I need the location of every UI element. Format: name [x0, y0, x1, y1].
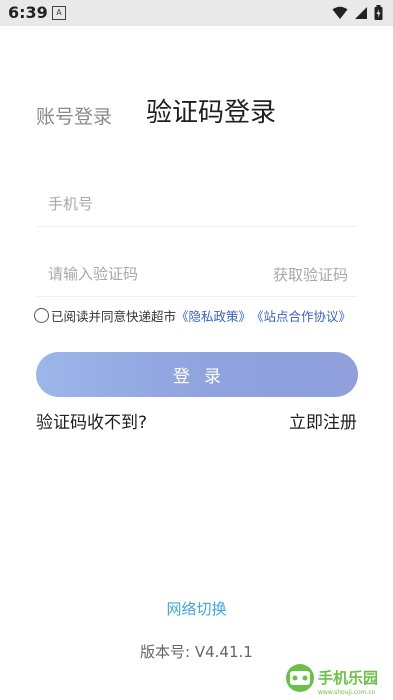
signal-icon — [355, 6, 367, 19]
version-text: 版本号: V4.41.1 — [140, 641, 253, 662]
version-value: V4.41.1 — [194, 643, 253, 661]
register-link[interactable]: 立即注册 — [289, 408, 357, 433]
svg-text:手机乐园: 手机乐园 — [318, 669, 378, 687]
verification-code-input[interactable] — [46, 260, 270, 288]
network-switch-link[interactable]: 网络切换 — [0, 598, 393, 619]
wifi-icon — [332, 6, 348, 19]
code-not-received-link[interactable]: 验证码收不到? — [36, 408, 147, 433]
agreement-row: 已阅读并同意快递超市 《隐私政策》 《站点合作协议》 — [34, 306, 351, 325]
svg-text:www.shouji.com.cn: www.shouji.com.cn — [318, 689, 376, 696]
code-field-row: 获取验证码 — [36, 250, 357, 297]
agreement-checkbox[interactable] — [34, 308, 49, 323]
tab-code-login[interactable]: 验证码登录 — [146, 92, 276, 129]
site-cooperation-link[interactable]: 《站点合作协议》 — [251, 306, 351, 325]
tab-account-login[interactable]: 账号登录 — [36, 102, 112, 129]
login-button[interactable]: 登录 — [36, 352, 358, 397]
agreement-text: 已阅读并同意快递超市 — [51, 309, 177, 324]
watermark-logo: 手机乐园 www.shouji.com.cn — [286, 664, 378, 696]
version-label: 版本号: — [140, 643, 191, 661]
battery-icon — [374, 5, 383, 20]
phone-field-row — [36, 180, 357, 227]
status-time: 6:39 — [8, 3, 48, 22]
phone-input[interactable] — [46, 190, 270, 218]
privacy-policy-link[interactable]: 《隐私政策》 — [176, 306, 251, 325]
notification-icon: A — [52, 6, 66, 20]
system-icons — [332, 5, 383, 20]
status-bar: 6:39 A — [0, 0, 393, 26]
get-code-button[interactable]: 获取验证码 — [273, 264, 348, 285]
